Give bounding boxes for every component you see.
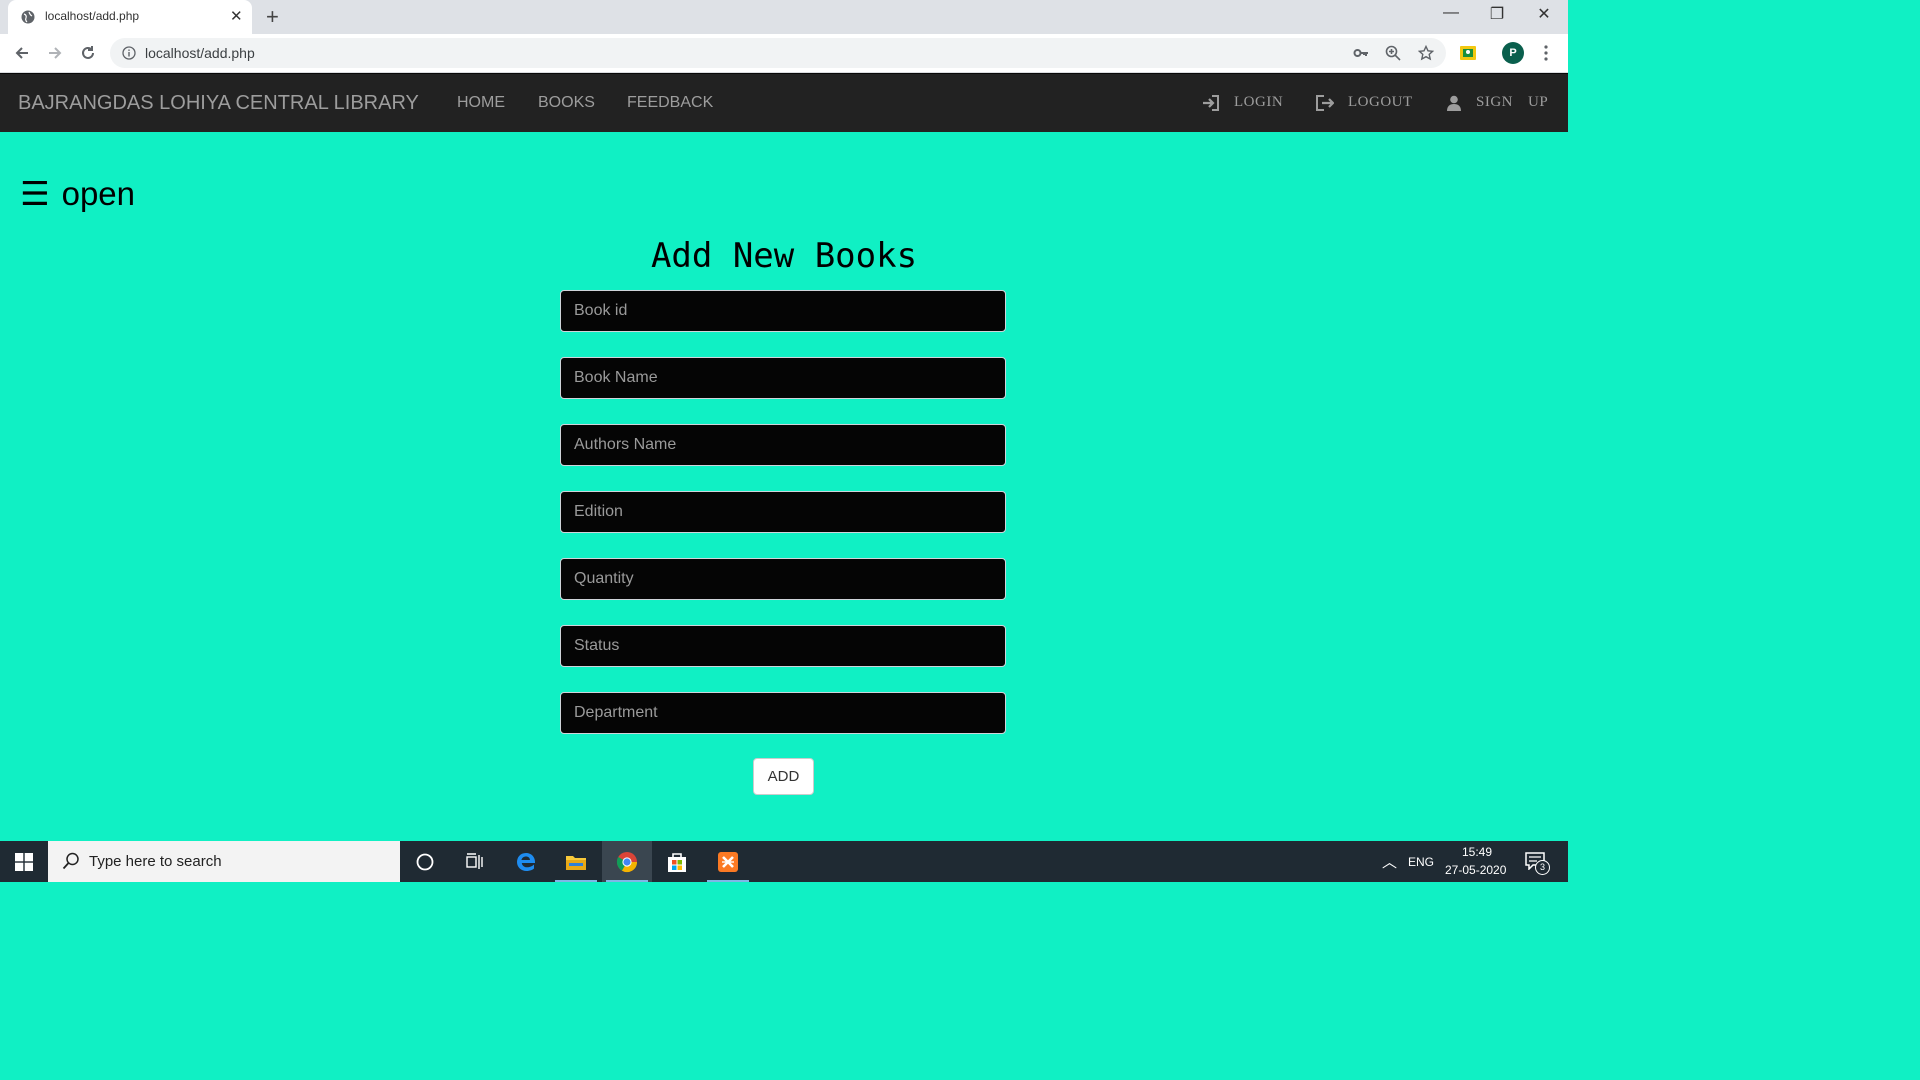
language-indicator[interactable]: ENG (1408, 855, 1434, 869)
add-book-button[interactable]: ADD (753, 758, 814, 795)
more-menu-icon[interactable] (1536, 43, 1556, 63)
forward-icon[interactable] (45, 43, 65, 63)
zoom-icon[interactable] (1383, 43, 1403, 63)
clock-date[interactable]: 27-05-2020 (1445, 863, 1506, 877)
edge-app[interactable] (501, 841, 551, 882)
edge-icon (517, 852, 535, 871)
authors-name-input[interactable] (560, 424, 1006, 466)
start-button[interactable] (0, 841, 48, 882)
globe-icon (21, 10, 35, 24)
logout-label: LOGOUT (1348, 94, 1413, 110)
browser-tab-strip: localhost/add.php ✕ + — ❐ ✕ (0, 0, 1568, 34)
open-label: open (61, 174, 136, 212)
nav-home[interactable]: HOME (457, 94, 505, 112)
user-icon (1447, 95, 1461, 111)
clock-time[interactable]: 15:49 (1462, 845, 1492, 859)
search-placeholder: Type here to search (89, 853, 222, 870)
url-text: localhost/add.php (145, 45, 255, 61)
windows-taskbar: Type here to search ︿ ENG 15:49 27-05-20… (0, 841, 1568, 882)
store-bag-icon (668, 852, 686, 872)
sidebar-open-toggle[interactable]: ☰ open (20, 174, 135, 213)
profile-avatar[interactable]: P (1502, 42, 1524, 64)
browser-toolbar: localhost/add.php P (0, 34, 1568, 73)
nav-login[interactable]: LOGIN (1202, 94, 1283, 111)
signup-label-sign: SIGN (1476, 94, 1514, 110)
nav-feedback[interactable]: FEEDBACK (627, 94, 713, 112)
search-icon (62, 852, 79, 870)
windows-logo-icon (15, 852, 33, 871)
close-window-icon[interactable]: ✕ (1521, 4, 1567, 24)
running-indicator (555, 880, 597, 882)
site-navbar: BAJRANGDAS LOHIYA CENTRAL LIBRARY HOME B… (0, 73, 1568, 132)
site-brand[interactable]: BAJRANGDAS LOHIYA CENTRAL LIBRARY (18, 92, 419, 115)
file-explorer-app[interactable] (551, 841, 601, 882)
hamburger-icon: ☰ (20, 175, 50, 212)
running-indicator (606, 880, 648, 882)
show-hidden-icons-chevron-icon[interactable]: ︿ (1382, 851, 1397, 872)
site-info-icon[interactable] (122, 46, 136, 60)
page-title: Add New Books (650, 236, 918, 276)
status-input[interactable] (560, 625, 1006, 667)
tab-title: localhost/add.php (45, 9, 140, 23)
chrome-icon (616, 851, 638, 872)
notification-count-badge: 3 (1535, 860, 1550, 875)
store-app[interactable] (652, 841, 702, 882)
department-input[interactable] (560, 692, 1006, 734)
edition-input[interactable] (560, 491, 1006, 533)
nav-signup[interactable]: SIGN UP (1446, 94, 1548, 111)
bookmark-star-icon[interactable] (1416, 43, 1436, 63)
signup-label-up: UP (1528, 94, 1549, 110)
chrome-app[interactable] (602, 841, 652, 882)
login-icon (1203, 94, 1219, 111)
browser-tab[interactable]: localhost/add.php ✕ (8, 0, 252, 34)
extension-icon[interactable] (1458, 43, 1478, 63)
nav-books[interactable]: BOOKS (538, 94, 595, 112)
xampp-icon (718, 851, 738, 872)
restore-icon[interactable]: ❐ (1474, 4, 1520, 24)
close-tab-icon[interactable]: ✕ (230, 7, 243, 25)
cortana-button[interactable] (400, 841, 450, 882)
task-view-icon (466, 852, 483, 869)
login-label: LOGIN (1234, 94, 1284, 110)
folder-icon (566, 855, 586, 870)
cortana-circle-icon (416, 853, 434, 870)
key-icon[interactable] (1351, 43, 1371, 63)
xampp-app[interactable] (703, 841, 753, 882)
reload-icon[interactable] (78, 43, 98, 63)
task-view-button[interactable] (450, 841, 500, 882)
nav-logout[interactable]: LOGOUT (1316, 94, 1413, 111)
minimize-icon[interactable]: — (1428, 4, 1474, 22)
logout-icon (1316, 94, 1334, 111)
action-center-button[interactable]: 3 (1525, 852, 1550, 875)
quantity-input[interactable] (560, 558, 1006, 600)
new-tab-button[interactable]: + (266, 4, 279, 30)
book-name-input[interactable] (560, 357, 1006, 399)
taskbar-search-box[interactable]: Type here to search (48, 841, 400, 882)
back-icon[interactable] (12, 43, 32, 63)
book-id-input[interactable] (560, 290, 1006, 332)
running-indicator (707, 880, 749, 882)
address-bar[interactable]: localhost/add.php (110, 38, 1446, 68)
